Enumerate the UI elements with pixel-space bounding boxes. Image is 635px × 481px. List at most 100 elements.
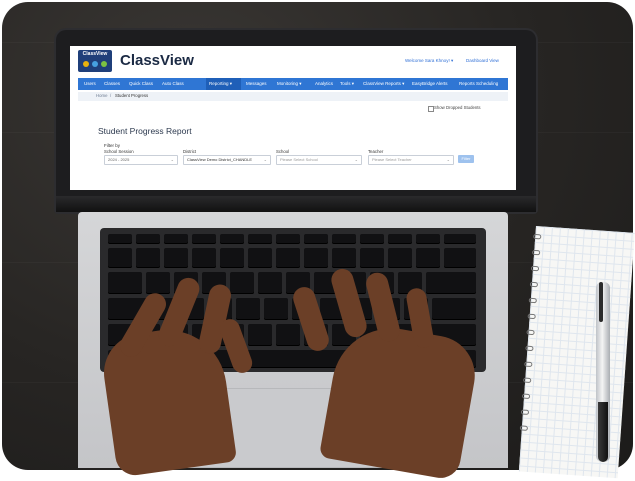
school-label: School (276, 149, 290, 154)
key (236, 298, 260, 320)
key (136, 248, 160, 268)
key (146, 272, 170, 294)
district-value: ClassView Demo District_CHANDLE (187, 157, 253, 162)
filter-button[interactable]: Filter (458, 155, 474, 163)
ring-icon (519, 425, 529, 431)
key (264, 298, 288, 320)
key-power (444, 234, 476, 244)
breadcrumb-separator: / (110, 93, 112, 98)
key (416, 248, 440, 268)
logo-dot-icon (92, 61, 98, 67)
ring-icon (530, 265, 540, 272)
nav-analytics[interactable]: Analytics (315, 81, 333, 86)
key (416, 234, 440, 244)
key (248, 324, 272, 346)
chevron-down-icon: ⌄ (170, 157, 174, 162)
key (276, 234, 300, 244)
school-select[interactable]: Please Select School ⌄ (276, 155, 362, 165)
key (192, 248, 216, 268)
teacher-value: Please Select Teacher (372, 157, 412, 162)
ring-icon (528, 297, 537, 304)
nav-tools[interactable]: Tools ▾ (340, 81, 354, 87)
key (164, 248, 188, 268)
nav-reporting[interactable]: Reporting ▾ (209, 81, 232, 87)
pen-clip (599, 282, 603, 322)
key (304, 248, 328, 268)
key (220, 248, 244, 268)
logo-text: ClassView (82, 51, 108, 57)
teacher-label: Teacher (368, 149, 384, 154)
ring-icon (523, 377, 532, 384)
district-select[interactable]: ClassView Demo District_CHANDLE ⌄ (183, 155, 271, 165)
key (276, 248, 300, 268)
page-title: Student Progress Report (98, 126, 192, 136)
breadcrumb-current: Student Progress (115, 93, 149, 98)
key (360, 234, 384, 244)
nav-messages[interactable]: Messages (246, 81, 267, 86)
key (220, 234, 244, 244)
nav-users[interactable]: Users (84, 81, 96, 86)
notebook (518, 226, 635, 479)
ring-icon (520, 409, 530, 415)
school-value: Please Select School (280, 157, 318, 162)
laptop-hinge (56, 196, 536, 212)
logo-dot-icon (83, 61, 89, 67)
key (426, 272, 476, 294)
nav-reports-scheduling[interactable]: Reports Scheduling (459, 81, 498, 86)
key (304, 234, 328, 244)
ring-icon (527, 313, 536, 320)
chevron-down-icon: ⌄ (354, 157, 358, 162)
laptop-screen: ClassView ClassView Welcome Sara Khnoy! … (70, 46, 516, 190)
teacher-select[interactable]: Please Select Teacher ⌄ (368, 155, 454, 165)
breadcrumb-home[interactable]: Home (96, 93, 107, 98)
key (388, 248, 412, 268)
nav-monitoring[interactable]: Monitoring ▾ (277, 81, 302, 87)
district-label: District (183, 149, 197, 154)
nav-auto-class[interactable]: Auto Class (162, 81, 184, 86)
show-dropped-label: Show Dropped Students (434, 105, 481, 110)
key (108, 248, 132, 268)
school-session-value: 2024 - 2025 (108, 157, 130, 162)
app-title: ClassView (120, 52, 194, 69)
school-session-select[interactable]: 2024 - 2025 ⌄ (104, 155, 178, 165)
main-navbar: Users Classes Quick Class Auto Class Rep… (78, 78, 508, 90)
key-esc (108, 234, 132, 244)
filter-button-label: Filter (461, 156, 471, 161)
key (258, 272, 282, 294)
nav-classview-reports[interactable]: ClassView Reports ▾ (363, 81, 404, 87)
key-return (432, 298, 476, 320)
ring-icon (525, 345, 534, 352)
dashboard-view-link[interactable]: Dashboard View (466, 58, 499, 63)
key (230, 272, 254, 294)
key-delete (444, 248, 476, 268)
key (136, 234, 160, 244)
nav-easybridge-alerts[interactable]: EasyBridge Alerts (412, 81, 448, 86)
key (192, 234, 216, 244)
ring-icon (529, 281, 539, 288)
app-header: ClassView ClassView Welcome Sara Khnoy! … (70, 46, 516, 74)
ring-icon (521, 393, 531, 399)
key (248, 248, 272, 268)
ring-icon (526, 329, 535, 336)
ring-icon (531, 249, 541, 256)
classview-logo: ClassView (78, 50, 112, 72)
key (388, 234, 412, 244)
ring-icon (524, 361, 533, 368)
key (164, 234, 188, 244)
filter-by-label: Filter by (104, 143, 121, 148)
pen-tip (598, 402, 608, 462)
nav-classes[interactable]: Classes (104, 81, 120, 86)
user-menu[interactable]: Welcome Sara Khnoy! ▾ (405, 58, 453, 64)
chevron-down-icon: ⌄ (263, 157, 267, 162)
logo-dot-icon (101, 61, 107, 67)
chevron-down-icon: ⌄ (446, 157, 450, 162)
breadcrumb: Home / Student Progress (78, 92, 508, 101)
key (276, 324, 300, 346)
key (360, 248, 384, 268)
key (332, 248, 356, 268)
key (332, 234, 356, 244)
ring-icon (533, 233, 542, 240)
school-session-label: School Session (104, 149, 134, 154)
key (248, 234, 272, 244)
nav-quick-class[interactable]: Quick Class (129, 81, 153, 86)
